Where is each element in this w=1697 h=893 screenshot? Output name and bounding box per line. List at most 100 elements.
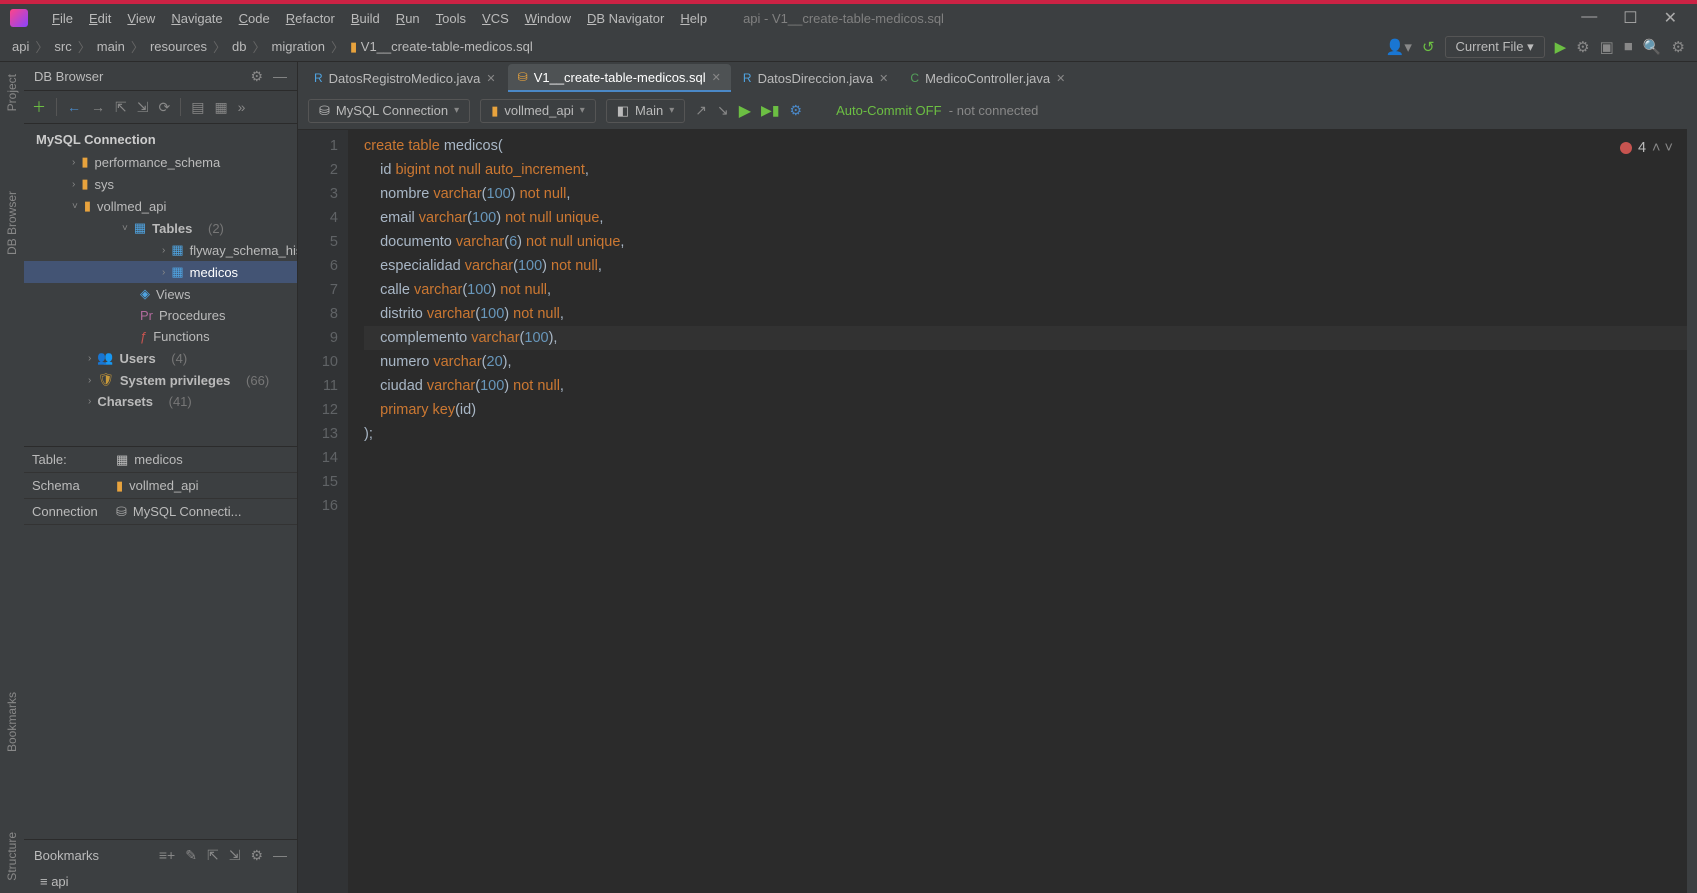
close-icon[interactable]: ✕ [1664, 8, 1677, 28]
settings-icon[interactable]: ⚙ [1672, 38, 1685, 56]
code-editor[interactable]: 4˄ ˅ create table medicos( id bigint not… [348, 130, 1687, 893]
menu-run[interactable]: Run [388, 7, 428, 30]
breadcrumb: api〉src〉main〉resources〉db〉migration〉▮ V1… [12, 37, 533, 56]
breadcrumb-4[interactable]: db [232, 39, 246, 54]
db-browser-title: DB Browser [34, 69, 103, 84]
schema-vollmed[interactable]: ˅▮vollmed_api [24, 195, 297, 217]
detail-table-key: Table: [32, 452, 116, 467]
breadcrumb-6[interactable]: ▮ V1__create-table-medicos.sql [350, 39, 533, 55]
detail-table-val: medicos [134, 452, 182, 467]
execute-script-icon[interactable]: ▶▮ [761, 102, 779, 119]
app-logo-icon [10, 9, 28, 27]
connection-status: - not connected [949, 103, 1039, 118]
nav-forward-icon[interactable]: → [91, 99, 105, 115]
expand-all-icon[interactable]: ⇱ [115, 99, 127, 116]
tab-datosdireccion-java[interactable]: RDatosDireccion.java✕ [733, 64, 899, 92]
breadcrumb-2[interactable]: main [97, 39, 125, 54]
breadcrumb-1[interactable]: src [54, 39, 71, 54]
auto-commit-status: Auto-Commit OFF [836, 103, 941, 118]
main-menu: FileEditViewNavigateCodeRefactorBuildRun… [44, 7, 715, 30]
coverage-icon[interactable]: ▣ [1600, 38, 1614, 56]
tab-close-icon[interactable]: ✕ [486, 72, 495, 85]
add-icon[interactable]: ＋ [32, 97, 46, 117]
bookmark-hide-icon[interactable]: — [273, 847, 287, 864]
current-file-dropdown[interactable]: Current File ▾ [1445, 36, 1545, 58]
functions-node[interactable]: ƒFunctions [24, 326, 297, 347]
nav-back-icon[interactable]: ← [67, 99, 81, 115]
target-dropdown[interactable]: ◧Main▾ [606, 99, 686, 123]
execute-icon[interactable]: ▶ [739, 101, 751, 121]
schema-dropdown[interactable]: ▮vollmed_api▾ [480, 99, 596, 123]
db-script-icon[interactable]: ▦ [214, 99, 227, 116]
tab-datosregistromedico-java[interactable]: RDatosRegistroMedico.java✕ [304, 64, 506, 92]
bookmark-up-icon[interactable]: ⇱ [207, 847, 219, 864]
breadcrumb-5[interactable]: migration [272, 39, 325, 54]
procedures-node[interactable]: PrProcedures [24, 305, 297, 326]
menu-view[interactable]: View [119, 7, 163, 30]
menu-file[interactable]: File [44, 7, 81, 30]
detail-schema-key: Schema [32, 478, 116, 493]
tab-close-icon[interactable]: ✕ [712, 71, 721, 84]
views-node[interactable]: ◈Views [24, 283, 297, 305]
schema-sys[interactable]: ›▮sys [24, 173, 297, 195]
menu-window[interactable]: Window [517, 7, 579, 30]
db-browser-tool-tab[interactable]: DB Browser [5, 191, 19, 255]
menu-navigate[interactable]: Navigate [163, 7, 230, 30]
more-icon[interactable]: » [238, 99, 246, 115]
detail-conn-key: Connection [32, 504, 116, 519]
tab-close-icon[interactable]: ✕ [1056, 72, 1065, 85]
run-icon[interactable]: ▶ [1555, 38, 1567, 56]
table-medicos[interactable]: ›▦medicos [24, 261, 297, 283]
line-gutter: 12345678910111213141516 [298, 130, 348, 893]
panel-hide-icon[interactable]: — [273, 68, 287, 85]
detail-schema-val: vollmed_api [129, 478, 198, 493]
sysprivs-node[interactable]: ›🛡System privileges (66) [24, 369, 297, 391]
error-indicator[interactable]: 4˄ ˅ [1620, 136, 1673, 160]
menu-code[interactable]: Code [231, 7, 278, 30]
menu-db-navigator[interactable]: DB Navigator [579, 7, 672, 30]
bookmark-settings-icon[interactable]: ⚙ [250, 847, 263, 864]
breadcrumb-3[interactable]: resources [150, 39, 207, 54]
panel-settings-icon[interactable]: ⚙ [250, 68, 263, 85]
stop-icon[interactable]: ■ [1624, 38, 1633, 55]
bookmark-item[interactable]: ≡ api [40, 874, 69, 889]
bookmark-add-icon[interactable]: ≡+ [159, 847, 175, 864]
user-add-icon[interactable]: 👤▾ [1386, 38, 1412, 56]
refresh-icon[interactable]: ⟳ [158, 99, 170, 116]
commit-icon[interactable]: ↗ [695, 102, 707, 119]
charsets-node[interactable]: ›Charsets (41) [24, 391, 297, 412]
collapse-all-icon[interactable]: ⇲ [137, 99, 149, 116]
project-tool-tab[interactable]: Project [5, 74, 19, 111]
db-console-icon[interactable]: ▤ [191, 99, 204, 116]
editor-tabs: RDatosRegistroMedico.java✕⛁V1__create-ta… [298, 62, 1687, 92]
structure-tool-tab[interactable]: Structure [5, 832, 19, 881]
table-flyway[interactable]: ›▦flyway_schema_history [24, 239, 297, 261]
bookmarks-title: Bookmarks [34, 848, 99, 863]
git-update-icon[interactable]: ↺ [1422, 38, 1435, 56]
users-node[interactable]: ›👥Users (4) [24, 347, 297, 369]
right-gutter [1687, 62, 1697, 893]
menu-vcs[interactable]: VCS [474, 7, 517, 30]
menu-build[interactable]: Build [343, 7, 388, 30]
tab-close-icon[interactable]: ✕ [879, 72, 888, 85]
tab-medicocontroller-java[interactable]: CMedicoController.java✕ [900, 64, 1075, 92]
bookmarks-tool-tab[interactable]: Bookmarks [5, 692, 19, 752]
tables-node[interactable]: ˅▦Tables (2) [24, 217, 297, 239]
schema-performance[interactable]: ›▮performance_schema [24, 151, 297, 173]
debug-icon[interactable]: ⚙ [1576, 38, 1589, 56]
settings-gear-icon[interactable]: ⚙ [790, 102, 803, 119]
search-icon[interactable]: 🔍 [1643, 38, 1662, 56]
menu-tools[interactable]: Tools [428, 7, 474, 30]
bookmark-edit-icon[interactable]: ✎ [185, 847, 197, 864]
menu-refactor[interactable]: Refactor [278, 7, 343, 30]
rollback-icon[interactable]: ↘ [717, 102, 729, 119]
minimize-icon[interactable]: — [1581, 8, 1597, 28]
menu-edit[interactable]: Edit [81, 7, 119, 30]
tab-v1--create-table-medicos-sql[interactable]: ⛁V1__create-table-medicos.sql✕ [508, 64, 731, 92]
bookmark-down-icon[interactable]: ⇲ [229, 847, 241, 864]
maximize-icon[interactable]: ☐ [1623, 8, 1637, 28]
connection-dropdown[interactable]: ⛁MySQL Connection▾ [308, 99, 470, 123]
breadcrumb-0[interactable]: api [12, 39, 29, 54]
menu-help[interactable]: Help [672, 7, 715, 30]
connection-node[interactable]: MySQL Connection [24, 128, 297, 151]
